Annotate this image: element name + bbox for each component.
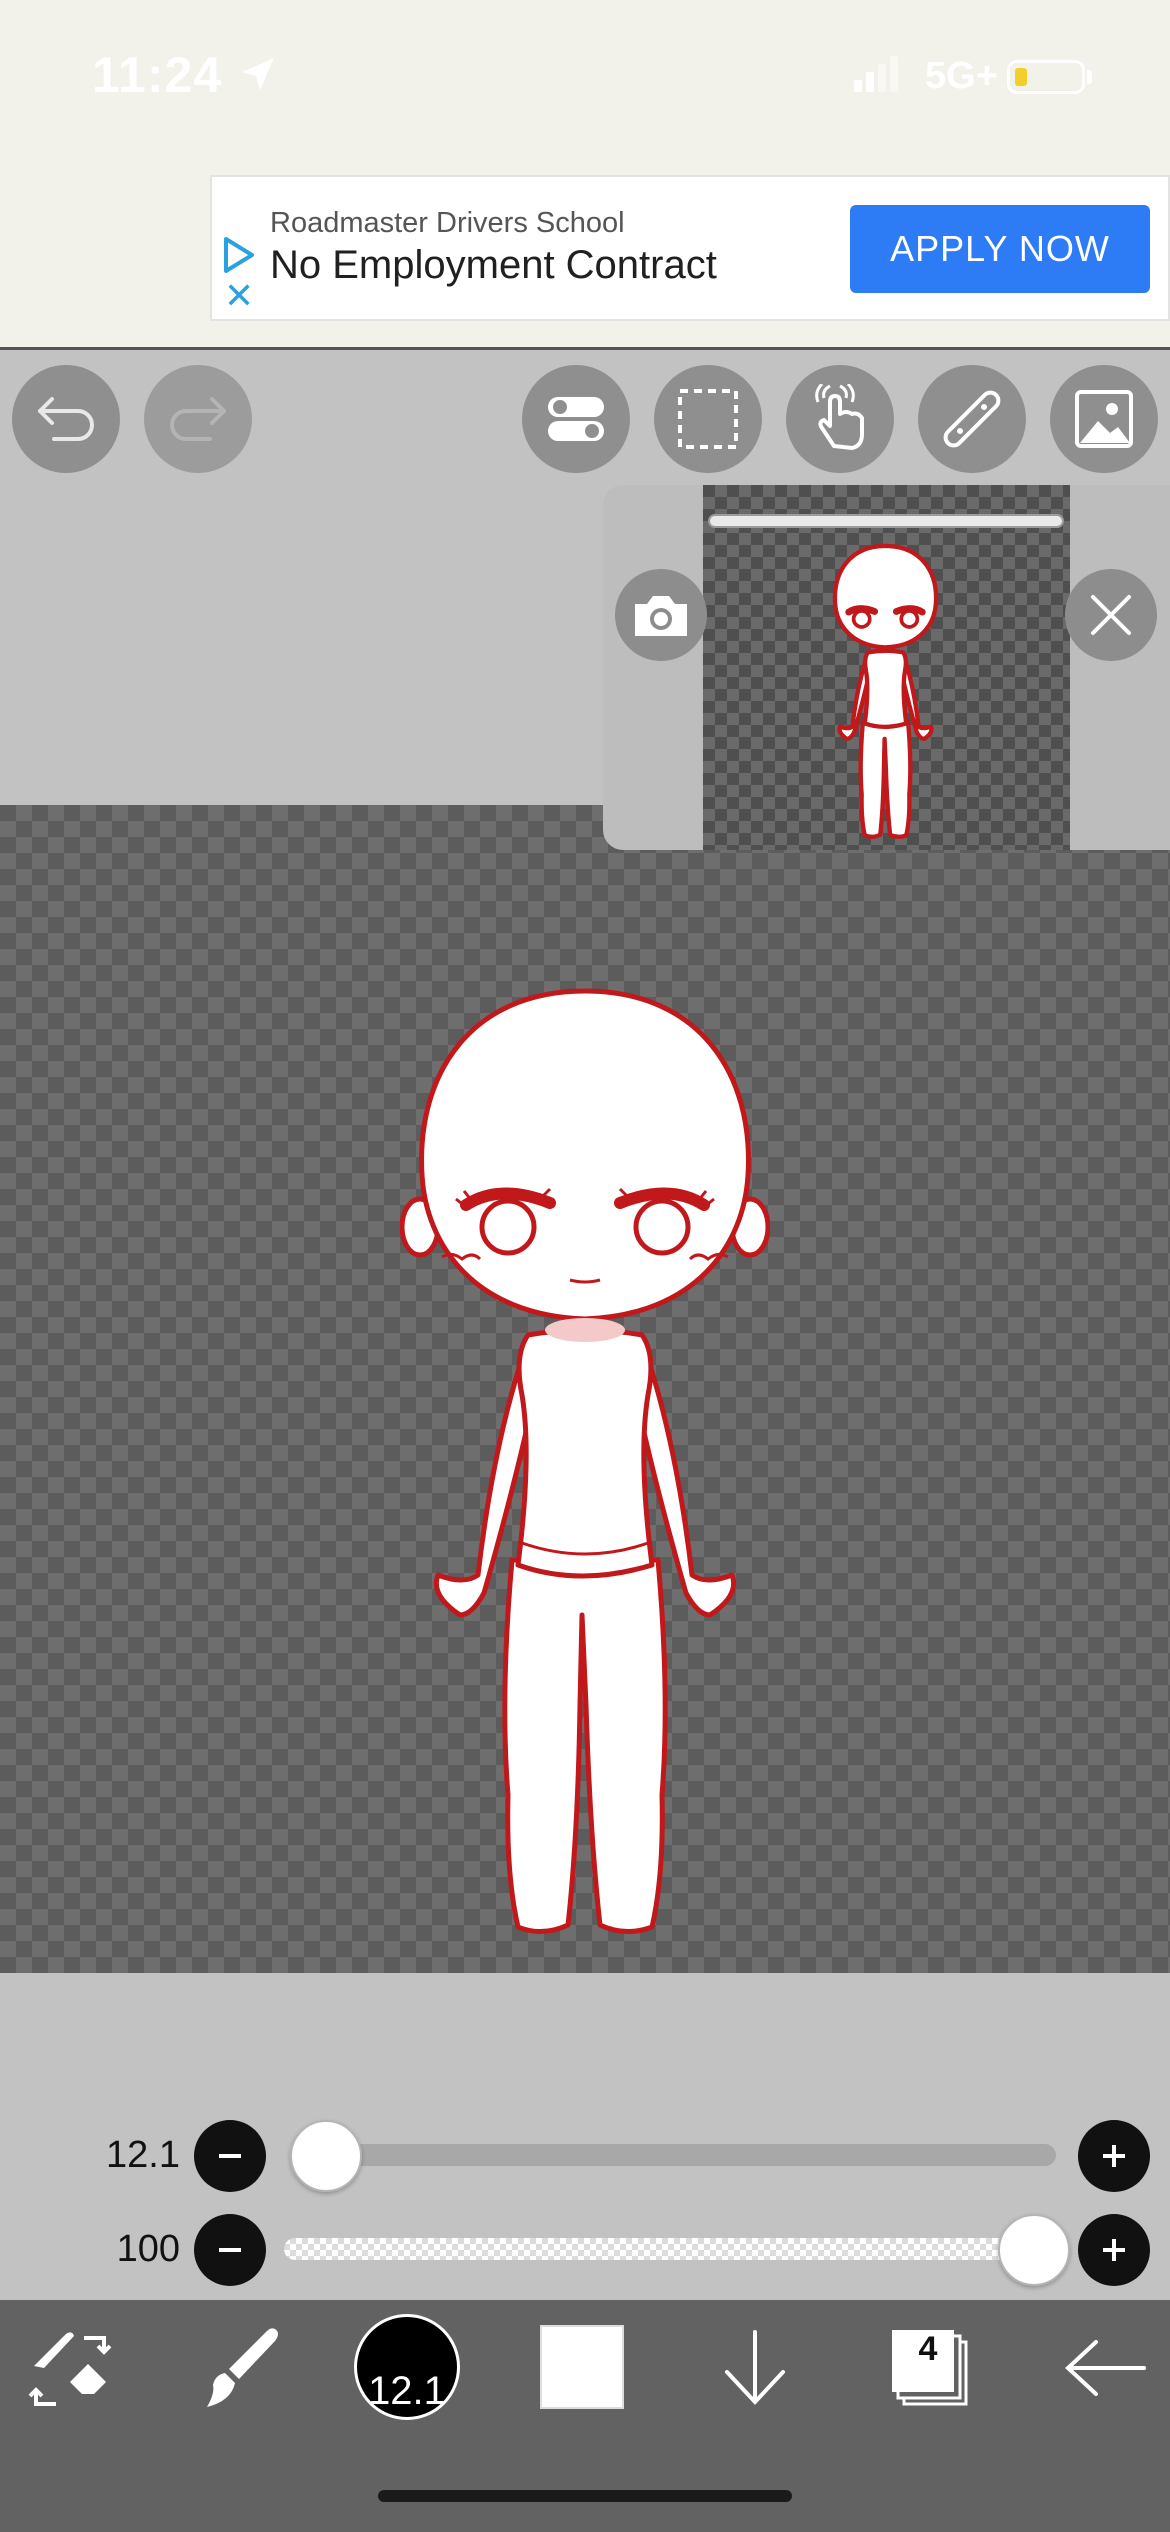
minus-icon (219, 2248, 241, 2252)
brush-size-slider-knob[interactable] (290, 2120, 363, 2192)
character-base-drawing (400, 988, 770, 1934)
plus-icon (1103, 2145, 1125, 2167)
color-swatch[interactable] (540, 2325, 624, 2409)
ruler-tool-button[interactable] (918, 365, 1026, 473)
minus-icon (219, 2154, 241, 2158)
opacity-increase-button[interactable] (1078, 2214, 1150, 2286)
home-indicator (378, 2490, 792, 2502)
navigator-drag-handle[interactable] (708, 514, 1064, 528)
ad-choices-icon[interactable] (218, 235, 258, 275)
network-type: 5G+ (925, 55, 998, 97)
undo-icon (38, 397, 94, 441)
arrow-down-icon (725, 2330, 785, 2405)
signal-icon (854, 56, 898, 92)
layers-button[interactable]: 4 (880, 2318, 980, 2418)
ad-banner[interactable]: ✕ Roadmaster Drivers School No Employmen… (210, 175, 1170, 321)
status-time: 11:24 (92, 47, 223, 103)
navigator-camera-button[interactable] (615, 569, 707, 661)
brush-eraser-switch-icon (28, 2332, 112, 2406)
opacity-decrease-button[interactable] (194, 2214, 266, 2286)
image-icon (1075, 390, 1133, 448)
brush-size-value: 12.1 (106, 2134, 180, 2176)
battery-tip (1087, 70, 1092, 84)
back-button[interactable] (1055, 2318, 1155, 2418)
touch-hand-icon (815, 384, 864, 450)
move-down-button[interactable] (705, 2318, 805, 2418)
camera-icon (635, 596, 687, 636)
battery-icon (1007, 60, 1085, 94)
redo-icon (170, 397, 226, 441)
touch-tool-button[interactable] (786, 365, 894, 473)
plus-icon (1103, 2239, 1125, 2261)
brush-tool-button[interactable] (190, 2318, 290, 2418)
arrow-left-icon (1065, 2340, 1146, 2396)
ad-apply-button[interactable]: APPLY NOW (850, 205, 1150, 293)
ad-close-icon[interactable]: ✕ (224, 278, 254, 314)
redo-button[interactable] (144, 365, 252, 473)
brush-size-increase-button[interactable] (1078, 2120, 1150, 2192)
navigator-panel (603, 485, 1170, 850)
opacity-slider[interactable] (284, 2238, 1054, 2260)
toggle-icon (548, 397, 604, 441)
brush-icon (207, 2328, 278, 2407)
ad-sponsor: Roadmaster Drivers School (270, 207, 625, 239)
ruler-icon (943, 390, 1001, 448)
brush-size-slider[interactable] (292, 2144, 1056, 2166)
ad-headline: No Employment Contract (270, 243, 717, 287)
top-area: 11:24 5G+ ✕ Roadmaster Drivers School No… (0, 0, 1170, 350)
layers-count: 4 (918, 2330, 938, 2368)
close-icon (1091, 595, 1131, 635)
location-arrow-icon (242, 58, 274, 90)
selection-tool-button[interactable] (654, 365, 762, 473)
undo-button[interactable] (12, 365, 120, 473)
navigator-thumbnail (832, 543, 939, 839)
image-tool-button[interactable] (1050, 365, 1158, 473)
opacity-value: 100 (116, 2228, 180, 2270)
brush-size-indicator-label: 12.1 (368, 2369, 446, 2413)
brush-size-decrease-button[interactable] (194, 2120, 266, 2192)
toggle-tool-button[interactable] (522, 365, 630, 473)
navigator-close-button[interactable] (1065, 569, 1157, 661)
opacity-slider-knob[interactable] (998, 2214, 1070, 2286)
tool-switch-button[interactable] (20, 2318, 120, 2418)
selection-icon (678, 389, 738, 449)
navigator-preview[interactable] (703, 485, 1070, 850)
brush-size-indicator[interactable]: 12.1 (354, 2314, 460, 2420)
